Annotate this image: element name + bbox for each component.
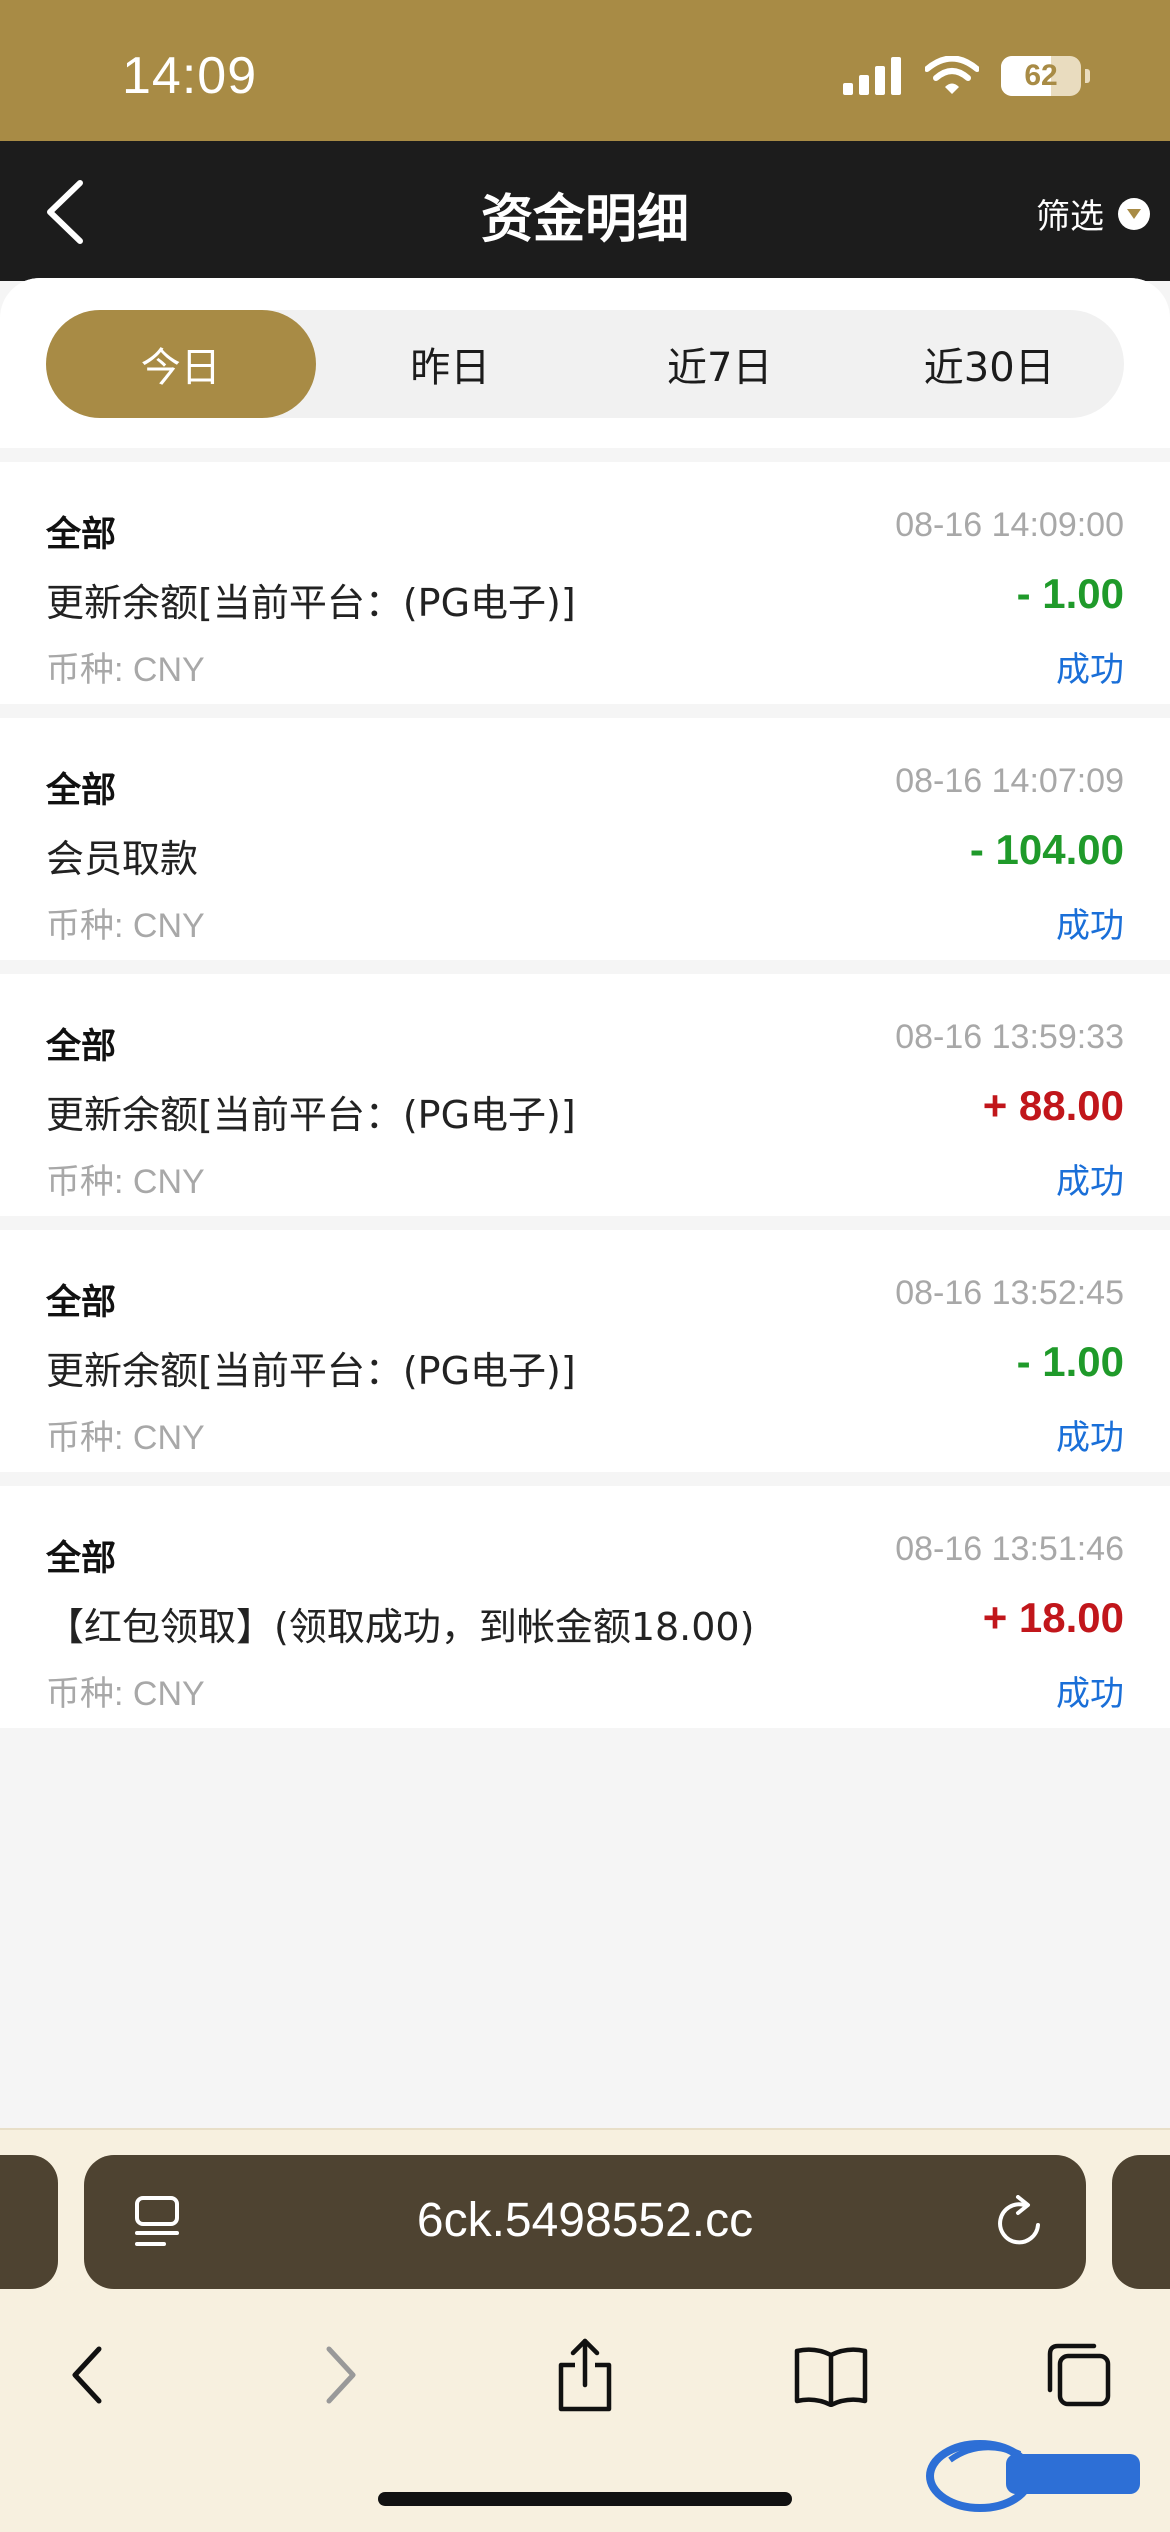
transaction-currency: 币种: CNY	[46, 1163, 205, 1201]
chevron-right-icon	[326, 2346, 356, 2404]
transaction-type: 全部	[46, 1539, 117, 1579]
filter-dropdown-icon	[1118, 197, 1150, 230]
transaction-currency: 币种: CNY	[46, 907, 205, 945]
transaction-type: 全部	[46, 771, 117, 811]
share-icon	[558, 2338, 612, 2412]
date-tabs-container: 今日 昨日 近7日 近30日	[0, 278, 1170, 448]
transaction-status: 成功	[1056, 1674, 1124, 1714]
status-icons: 62	[843, 56, 1090, 96]
transaction-status: 成功	[1056, 906, 1124, 946]
transaction-amount: - 104.00	[969, 826, 1124, 873]
previous-tab-preview[interactable]	[0, 2155, 58, 2289]
transaction-currency: 币种: CNY	[46, 651, 205, 689]
wifi-icon	[925, 56, 979, 94]
transaction-status: 成功	[1056, 1162, 1124, 1202]
page-title: 资金明细	[480, 190, 689, 250]
status-time: 14:09	[122, 47, 258, 105]
tab-last-7-days[interactable]: 近7日	[585, 310, 855, 418]
transaction-amount: - 1.00	[1016, 570, 1124, 617]
transaction-amount: + 18.00	[982, 1594, 1124, 1641]
browser-toolbar: 6ck.5498552.cc	[0, 2128, 1170, 2532]
transaction-time: 08-16 14:07:09	[895, 762, 1124, 800]
transaction-currency: 币种: CNY	[46, 1675, 205, 1713]
battery-icon: 62	[1001, 56, 1081, 96]
transaction-status: 成功	[1056, 1418, 1124, 1458]
watermark-logo	[926, 2440, 1140, 2512]
transaction-time: 08-16 13:52:45	[895, 1274, 1124, 1312]
transaction-currency: 币种: CNY	[46, 1419, 205, 1457]
transaction-row[interactable]: 全部 08-16 13:52:45 更新余额[当前平台：(PG电子)] - 1.…	[0, 1230, 1170, 1472]
transaction-type: 全部	[46, 1283, 117, 1323]
tabs-button[interactable]	[1034, 2330, 1124, 2420]
tab-last-30-days[interactable]: 近30日	[855, 310, 1125, 418]
browser-back-button[interactable]	[42, 2330, 132, 2420]
transaction-row[interactable]: 全部 08-16 14:09:00 更新余额[当前平台：(PG电子)] - 1.…	[0, 462, 1170, 704]
transaction-row[interactable]: 全部 08-16 14:07:09 会员取款 - 104.00 币种: CNY …	[0, 718, 1170, 960]
nav-bar: 资金明细 筛选	[0, 141, 1170, 281]
url-text: 6ck.5498552.cc	[416, 2194, 754, 2247]
cellular-signal-icon	[843, 57, 901, 95]
tab-today[interactable]: 今日	[46, 310, 316, 418]
book-icon	[794, 2347, 868, 2407]
next-tab-preview[interactable]	[1112, 2155, 1170, 2289]
filter-label: 筛选	[1036, 197, 1104, 237]
transaction-status: 成功	[1056, 650, 1124, 690]
tab-yesterday[interactable]: 昨日	[316, 310, 586, 418]
transaction-amount: + 88.00	[982, 1082, 1124, 1129]
browser-forward-button[interactable]	[296, 2330, 386, 2420]
transaction-list: 全部 08-16 14:09:00 更新余额[当前平台：(PG电子)] - 1.…	[0, 462, 1170, 1728]
chevron-left-icon	[72, 2346, 102, 2404]
transaction-description: 【红包领取】(领取成功，到帐金额18.00)	[46, 1605, 755, 1649]
transaction-time: 08-16 13:51:46	[895, 1530, 1124, 1568]
transaction-amount: - 1.00	[1016, 1338, 1124, 1385]
transaction-row[interactable]: 全部 08-16 13:51:46 【红包领取】(领取成功，到帐金额18.00)…	[0, 1486, 1170, 1728]
transaction-description: 更新余额[当前平台：(PG电子)]	[46, 581, 576, 625]
content-area: 今日 昨日 近7日 近30日 全部 08-16 14:09:00 更新余额[当前…	[0, 278, 1170, 2128]
transaction-description: 会员取款	[46, 837, 199, 881]
tabs-icon	[1047, 2343, 1111, 2407]
home-indicator[interactable]	[378, 2492, 792, 2506]
transaction-time: 08-16 14:09:00	[895, 506, 1124, 544]
transaction-time: 08-16 13:59:33	[895, 1018, 1124, 1056]
transaction-type: 全部	[46, 1027, 117, 1067]
bookmarks-button[interactable]	[786, 2330, 876, 2420]
battery-percent: 62	[1024, 59, 1058, 92]
reload-icon[interactable]	[994, 2195, 1046, 2253]
battery-nub	[1085, 69, 1090, 83]
status-bar: 14:09 62	[0, 0, 1170, 141]
date-tabs: 今日 昨日 近7日 近30日	[46, 310, 1124, 418]
address-bar[interactable]: 6ck.5498552.cc	[84, 2155, 1086, 2289]
transaction-description: 更新余额[当前平台：(PG电子)]	[46, 1349, 576, 1393]
filter-button[interactable]: 筛选	[1036, 189, 1150, 238]
transaction-row[interactable]: 全部 08-16 13:59:33 更新余额[当前平台：(PG电子)] + 88…	[0, 974, 1170, 1216]
share-button[interactable]	[540, 2330, 630, 2420]
transaction-type: 全部	[46, 515, 117, 555]
transaction-description: 更新余额[当前平台：(PG电子)]	[46, 1093, 576, 1137]
